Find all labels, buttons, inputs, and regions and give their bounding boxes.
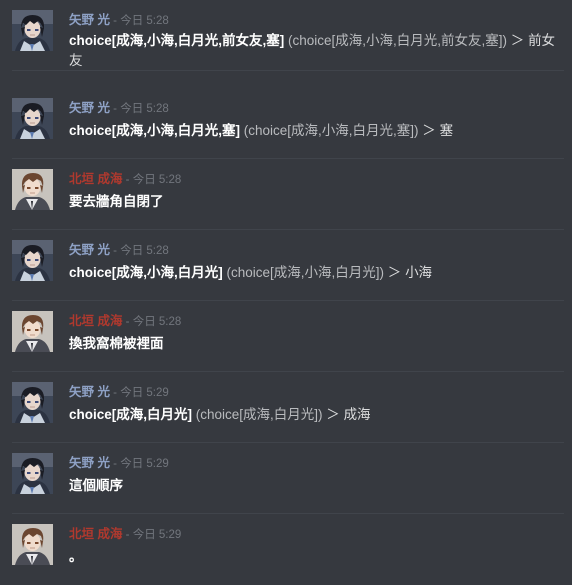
message-content: 要去牆角自閉了 [69,192,559,212]
author-name[interactable]: 北垣 成海 [69,172,122,186]
message-text: 要去牆角自閉了 [69,194,164,209]
message-header: 北垣 成海 - 今日 5:29 [69,526,181,542]
avatar[interactable] [12,240,53,281]
timestamp: 今日 5:28 [132,316,182,328]
choice-echo: (choice[成海,小海,白月光,塞]) [240,123,419,138]
choice-command: choice[成海,小海,白月光,塞] [69,123,241,138]
chat-message: 北垣 成海 - 今日 5:28 換我窩棉被裡面 [0,301,572,372]
dark-haired-anime-boy-avatar-icon [12,382,53,423]
timestamp: 今日 5:29 [120,458,169,470]
choice-command: choice[成海,小海,白月光] [69,265,223,280]
message-header: 矢野 光 - 今日 5:28 [69,12,169,28]
choice-echo: (choice[成海,白月光]) [192,407,323,422]
brown-haired-anime-boy-avatar-icon [12,311,53,352]
message-header: 北垣 成海 - 今日 5:28 [69,313,181,329]
result-arrow: ＞ [322,407,344,422]
timestamp: 今日 5:28 [120,103,169,115]
timestamp: 今日 5:29 [120,387,169,399]
choice-result: 小海 [405,265,433,280]
chat-message: 矢野 光 - 今日 5:29 這個順序 [0,443,572,514]
avatar[interactable] [12,382,53,423]
brown-haired-anime-boy-avatar-icon [12,169,53,210]
chat-message: 矢野 光 - 今日 5:28 choice[成海,小海,白月光] (choice… [0,230,572,301]
dark-haired-anime-boy-avatar-icon [12,98,53,139]
header-separator: - [109,458,121,470]
choice-result: 塞 [439,123,454,138]
choice-echo: (choice[成海,小海,白月光,前女友,塞]) [284,33,508,48]
chat-message: 北垣 成海 - 今日 5:29 。 [0,514,572,585]
author-name[interactable]: 矢野 光 [69,385,110,399]
header-separator: - [109,15,121,27]
message-text: 換我窩棉被裡面 [69,336,164,351]
avatar[interactable] [12,453,53,494]
dark-haired-anime-boy-avatar-icon [12,240,53,281]
message-text: 。 [69,549,83,564]
message-content: 這個順序 [69,476,559,496]
dark-haired-anime-boy-avatar-icon [12,10,53,51]
header-separator: - [122,529,133,541]
avatar[interactable] [12,311,53,352]
message-content: choice[成海,小海,白月光,前女友,塞] (choice[成海,小海,白月… [69,31,559,71]
choice-result: 成海 [343,407,371,422]
author-name[interactable]: 矢野 光 [69,456,110,470]
choice-echo: (choice[成海,小海,白月光]) [222,265,385,280]
avatar[interactable] [12,98,53,139]
author-name[interactable]: 北垣 成海 [69,314,122,328]
timestamp: 今日 5:28 [120,15,169,27]
dark-haired-anime-boy-avatar-icon [12,453,53,494]
choice-command: choice[成海,白月光] [69,407,193,422]
chat-message: 矢野 光 - 今日 5:28 choice[成海,小海,白月光,塞] (choi… [0,88,572,159]
author-name[interactable]: 矢野 光 [69,13,110,27]
avatar[interactable] [12,169,53,210]
message-header: 矢野 光 - 今日 5:28 [69,100,169,116]
message-header: 矢野 光 - 今日 5:28 [69,242,169,258]
timestamp: 今日 5:29 [132,529,182,541]
avatar[interactable] [12,10,53,51]
timestamp: 今日 5:28 [120,245,169,257]
message-text: 這個順序 [69,478,123,493]
result-arrow: ＞ [418,123,440,138]
result-arrow: ＞ [384,265,406,280]
avatar[interactable] [12,524,53,565]
message-content: choice[成海,小海,白月光] (choice[成海,小海,白月光]) ＞ … [69,263,559,283]
author-name[interactable]: 北垣 成海 [69,527,122,541]
chat-message-list: 矢野 光 - 今日 5:28 choice[成海,小海,白月光,前女友,塞] (… [0,0,572,580]
header-separator: - [122,316,133,328]
chat-message: 矢野 光 - 今日 5:28 choice[成海,小海,白月光,前女友,塞] (… [0,0,572,71]
message-content: 換我窩棉被裡面 [69,334,559,354]
author-name[interactable]: 矢野 光 [69,243,110,257]
author-name[interactable]: 矢野 光 [69,101,110,115]
header-separator: - [109,387,121,399]
header-separator: - [122,174,133,186]
header-separator: - [109,245,121,257]
choice-command: choice[成海,小海,白月光,前女友,塞] [69,33,285,48]
message-header: 矢野 光 - 今日 5:29 [69,384,169,400]
header-separator: - [109,103,121,115]
result-arrow: ＞ [507,33,529,48]
message-header: 北垣 成海 - 今日 5:28 [69,171,181,187]
timestamp: 今日 5:28 [132,174,182,186]
message-content: 。 [69,547,559,567]
chat-message: 矢野 光 - 今日 5:29 choice[成海,白月光] (choice[成海… [0,372,572,443]
brown-haired-anime-boy-avatar-icon [12,524,53,565]
message-content: choice[成海,小海,白月光,塞] (choice[成海,小海,白月光,塞]… [69,121,559,141]
message-header: 矢野 光 - 今日 5:29 [69,455,169,471]
message-content: choice[成海,白月光] (choice[成海,白月光]) ＞ 成海 [69,405,559,425]
chat-message: 北垣 成海 - 今日 5:28 要去牆角自閉了 [0,159,572,230]
